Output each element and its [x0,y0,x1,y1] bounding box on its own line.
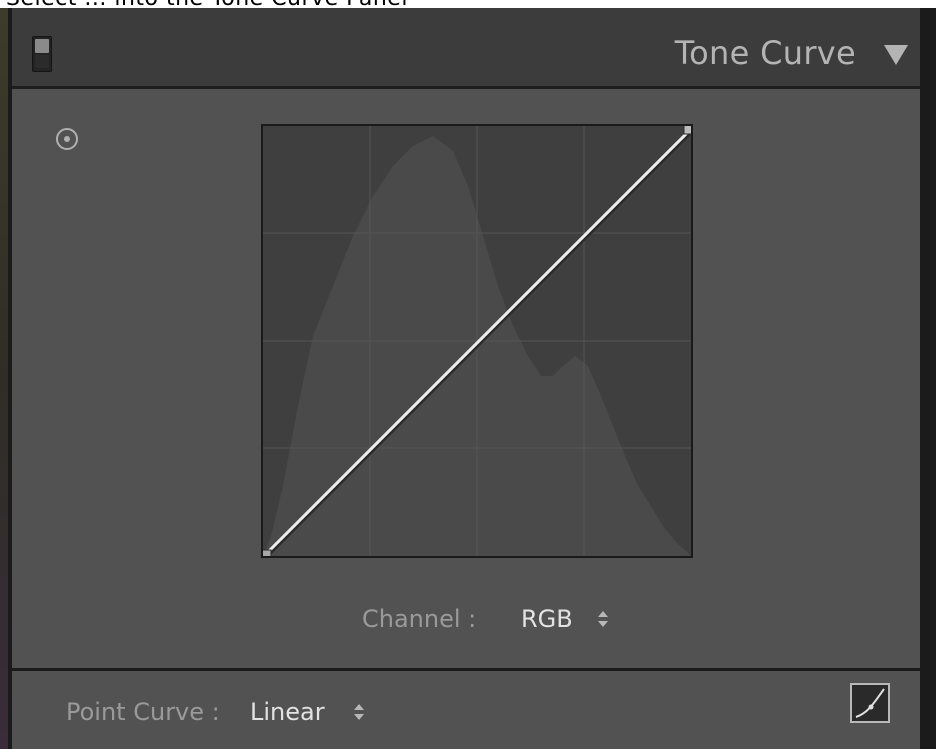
panel-header[interactable]: Tone Curve [12,8,920,89]
channel-row: Channel : RGB [12,605,920,635]
top-strip: Select ... into the Tone Curve Panel [0,0,936,8]
panel-title: Tone Curve [674,34,856,72]
target-adjustment-icon[interactable] [56,128,78,150]
triangle-down-icon[interactable] [884,45,908,65]
tone-curve-panel: Tone Curve Channel: RGB Point Curve: L… [12,8,920,749]
channel-select[interactable]: RGB [521,605,573,633]
window-left-edge [0,8,8,749]
point-curve-label: Point Curve : [66,698,220,726]
curve-endpoint-black[interactable] [263,549,272,556]
window-frame: Tone Curve Channel: RGB Point Curve: L… [0,8,936,749]
panel-switch-icon[interactable] [32,36,52,72]
top-strip-text: Select ... into the Tone Curve Panel [6,0,408,8]
curve-endpoint-white[interactable] [683,126,691,135]
point-curve-row: Point Curve : Linear [12,698,920,732]
panel-divider [12,668,920,671]
channel-label: Channel : [362,605,477,633]
panel-switch-track [35,55,49,68]
point-curve-select[interactable]: Linear [250,698,325,726]
edit-point-curve-icon [855,688,885,718]
panel-switch-knob [35,39,49,53]
tone-curve-svg [263,126,691,556]
up-down-arrows-icon[interactable] [598,611,608,629]
edit-point-curve-button[interactable] [850,683,890,723]
tone-curve-graph[interactable] [261,124,693,558]
up-down-arrows-icon[interactable] [354,704,364,722]
